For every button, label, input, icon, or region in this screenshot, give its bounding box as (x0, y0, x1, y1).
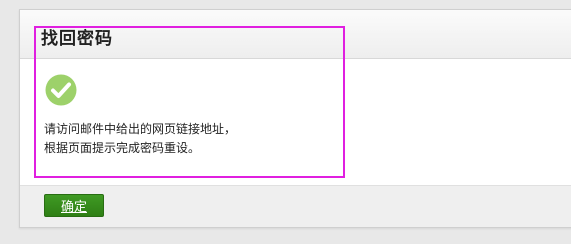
instruction-line-2: 根据页面提示完成密码重设。 (44, 141, 201, 155)
check-circle-icon (45, 74, 77, 106)
instruction-message: 请访问邮件中给出的网页链接地址， 根据页面提示完成密码重设。 (44, 120, 236, 158)
page-title: 找回密码 (41, 29, 113, 49)
password-recovery-panel: 找回密码 请访问邮件中给出的网页链接地址， 根据页面提示完成密码重设。 确定 (19, 9, 571, 228)
instruction-line-1: 请访问邮件中给出的网页链接地址， (44, 122, 237, 136)
panel-footer: 确定 (20, 185, 571, 227)
panel-header: 找回密码 (20, 10, 571, 59)
confirm-button[interactable]: 确定 (44, 194, 104, 217)
